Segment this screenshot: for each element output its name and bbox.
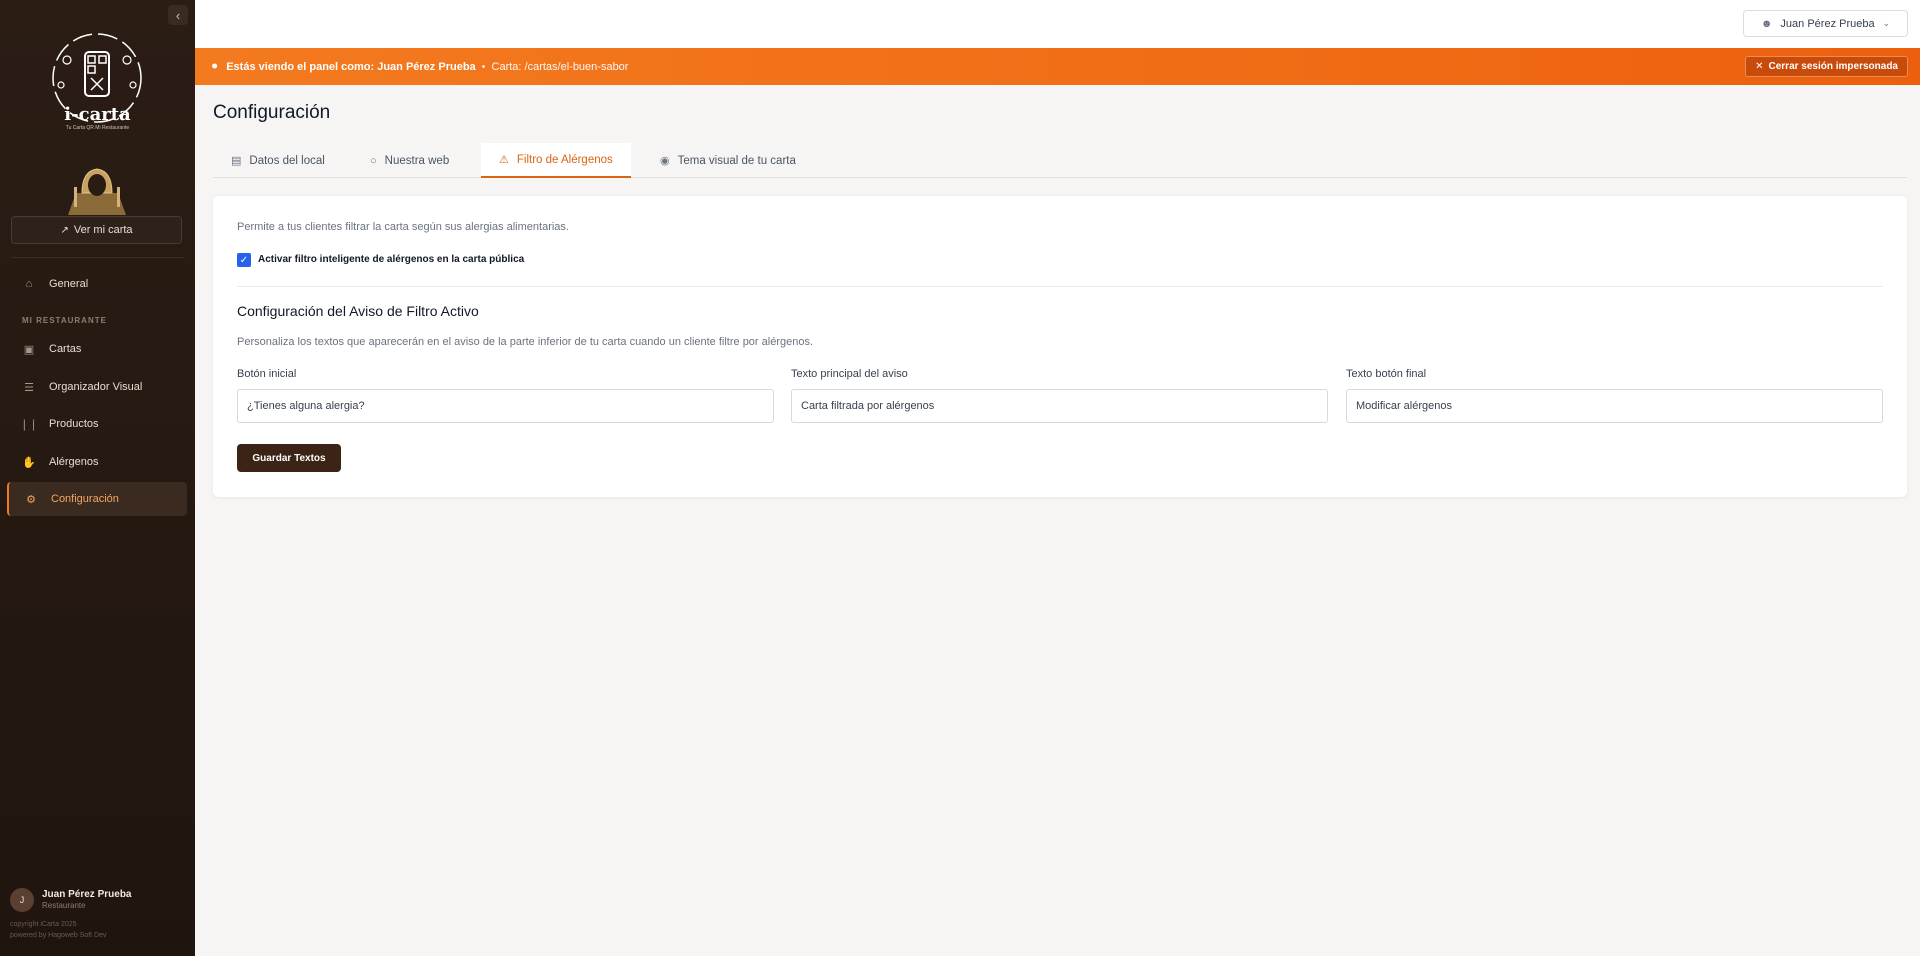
globe-icon: ○ <box>370 154 377 167</box>
sidebar-item-label: Productos <box>49 418 99 430</box>
chevron-left-icon: ‹ <box>175 7 181 23</box>
close-icon: ✕ <box>1755 61 1764 72</box>
sidebar-user-name: Juan Pérez Prueba <box>42 889 132 900</box>
end-impersonation-button[interactable]: ✕ Cerrar sesión impersonada <box>1745 56 1908 77</box>
sidebar-item-configuracion[interactable]: ⚙ Configuración <box>7 482 187 516</box>
end-impersonation-label: Cerrar sesión impersonada <box>1768 61 1899 72</box>
banner-user: Juan Pérez Prueba <box>377 60 476 73</box>
cogs-icon: ⚙ <box>26 493 36 506</box>
allergen-filter-checkbox[interactable]: ✓ <box>237 253 251 267</box>
sidebar-section-title: MI RESTAURANTE <box>22 316 107 325</box>
initial-button-input[interactable] <box>237 389 774 423</box>
page-title: Configuración <box>213 102 331 123</box>
store-icon: ▤ <box>231 155 242 167</box>
final-button-input[interactable] <box>1346 389 1883 423</box>
chevron-down-icon: ⌄ <box>1882 18 1891 28</box>
notice-main-text-label: Texto principal del aviso <box>791 368 908 380</box>
allergen-filter-card: Permite a tus clientes filtrar la carta … <box>213 196 1907 497</box>
tab-tema-visual[interactable]: ◉ Tema visual de tu carta <box>642 143 814 178</box>
banner-prefix: Estás viendo el panel como: <box>226 60 375 73</box>
tab-datos-del-local[interactable]: ▤ Datos del local <box>213 143 343 178</box>
sidebar-divider <box>11 257 184 258</box>
tab-label: Nuestra web <box>384 154 450 167</box>
settings-tabs: ▤ Datos del local ○ Nuestra web ⚠ Filtro… <box>213 143 1907 178</box>
allergen-filter-checkbox-label[interactable]: Activar filtro inteligente de alérgenos … <box>258 254 524 265</box>
utensils-icon: ❘❘ <box>19 418 39 431</box>
check-icon: ✓ <box>239 254 249 266</box>
palette-icon: ◉ <box>660 155 670 167</box>
layers-icon: ☰ <box>24 381 34 394</box>
tab-label: Tema visual de tu carta <box>677 154 796 167</box>
sidebar-item-label: General <box>49 278 89 290</box>
home-icon: ⌂ <box>25 278 33 290</box>
sidebar-item-label: Cartas <box>49 343 82 355</box>
top-bar: ☻ Juan Pérez Prueba ⌄ <box>195 0 1920 48</box>
banner-carta-path: Carta: /cartas/el-buen-sabor <box>491 60 629 73</box>
restaurant-image <box>68 168 126 215</box>
sidebar-item-productos[interactable]: ❘❘ Productos <box>7 407 187 441</box>
copyright-text: copyright iCarta 2025 <box>10 921 77 928</box>
sidebar-item-organizador-visual[interactable]: ☰ Organizador Visual <box>7 370 187 404</box>
sidebar-item-general[interactable]: ⌂ General <box>7 267 187 301</box>
final-button-label: Texto botón final <box>1346 368 1427 380</box>
user-menu-dropdown[interactable]: ☻ Juan Pérez Prueba ⌄ <box>1743 10 1908 37</box>
book-icon: ▣ <box>23 343 35 356</box>
impersonation-banner: ⚫ Estás viendo el panel como: Juan Pérez… <box>195 48 1920 85</box>
user-menu-name: Juan Pérez Prueba <box>1780 17 1875 30</box>
sidebar: ‹ i-carta Tu Carta QR Mi Restaurante ↗ V… <box>0 0 195 956</box>
tab-nuestra-web[interactable]: ○ Nuestra web <box>352 143 467 178</box>
user-icon: ☻ <box>1760 17 1773 30</box>
notice-main-text-input[interactable] <box>791 389 1328 423</box>
logo-title: i-carta <box>64 104 131 125</box>
view-menu-label: Ver mi carta <box>73 224 133 236</box>
logo-subtitle: Tu Carta QR Mi Restaurante <box>65 125 130 131</box>
user-secret-icon: ⚫ <box>210 61 220 73</box>
notice-section-description: Personaliza los textos que aparecerán en… <box>237 336 814 348</box>
allergen-filter-intro: Permite a tus clientes filtrar la carta … <box>237 221 569 233</box>
sidebar-item-label: Organizador Visual <box>49 381 143 393</box>
tab-label: Filtro de Alérgenos <box>516 153 613 166</box>
banner-separator: • <box>481 60 486 73</box>
save-texts-button[interactable]: Guardar Textos <box>237 444 341 472</box>
initial-button-label: Botón inicial <box>237 368 297 380</box>
collapse-sidebar-button[interactable]: ‹ <box>168 5 188 25</box>
view-menu-button[interactable]: ↗ Ver mi carta <box>11 216 182 244</box>
notice-section-title: Configuración del Aviso de Filtro Activo <box>237 303 479 319</box>
warning-icon: ⚠ <box>499 154 509 166</box>
section-divider <box>237 286 1883 287</box>
tab-label: Datos del local <box>249 154 325 167</box>
external-link-icon: ↗ <box>60 224 69 236</box>
sidebar-item-label: Configuración <box>51 493 119 505</box>
avatar: J <box>10 888 34 912</box>
sidebar-item-label: Alérgenos <box>49 456 99 468</box>
hand-icon: ✋ <box>22 456 36 469</box>
sidebar-user-role: Restaurante <box>42 901 86 910</box>
sidebar-item-alergenos[interactable]: ✋ Alérgenos <box>7 445 187 479</box>
sidebar-item-cartas[interactable]: ▣ Cartas <box>7 332 187 366</box>
tab-filtro-de-alergenos[interactable]: ⚠ Filtro de Alérgenos <box>481 143 631 178</box>
powered-by-text: powered by Hagoweb Soft Dev <box>10 932 107 939</box>
